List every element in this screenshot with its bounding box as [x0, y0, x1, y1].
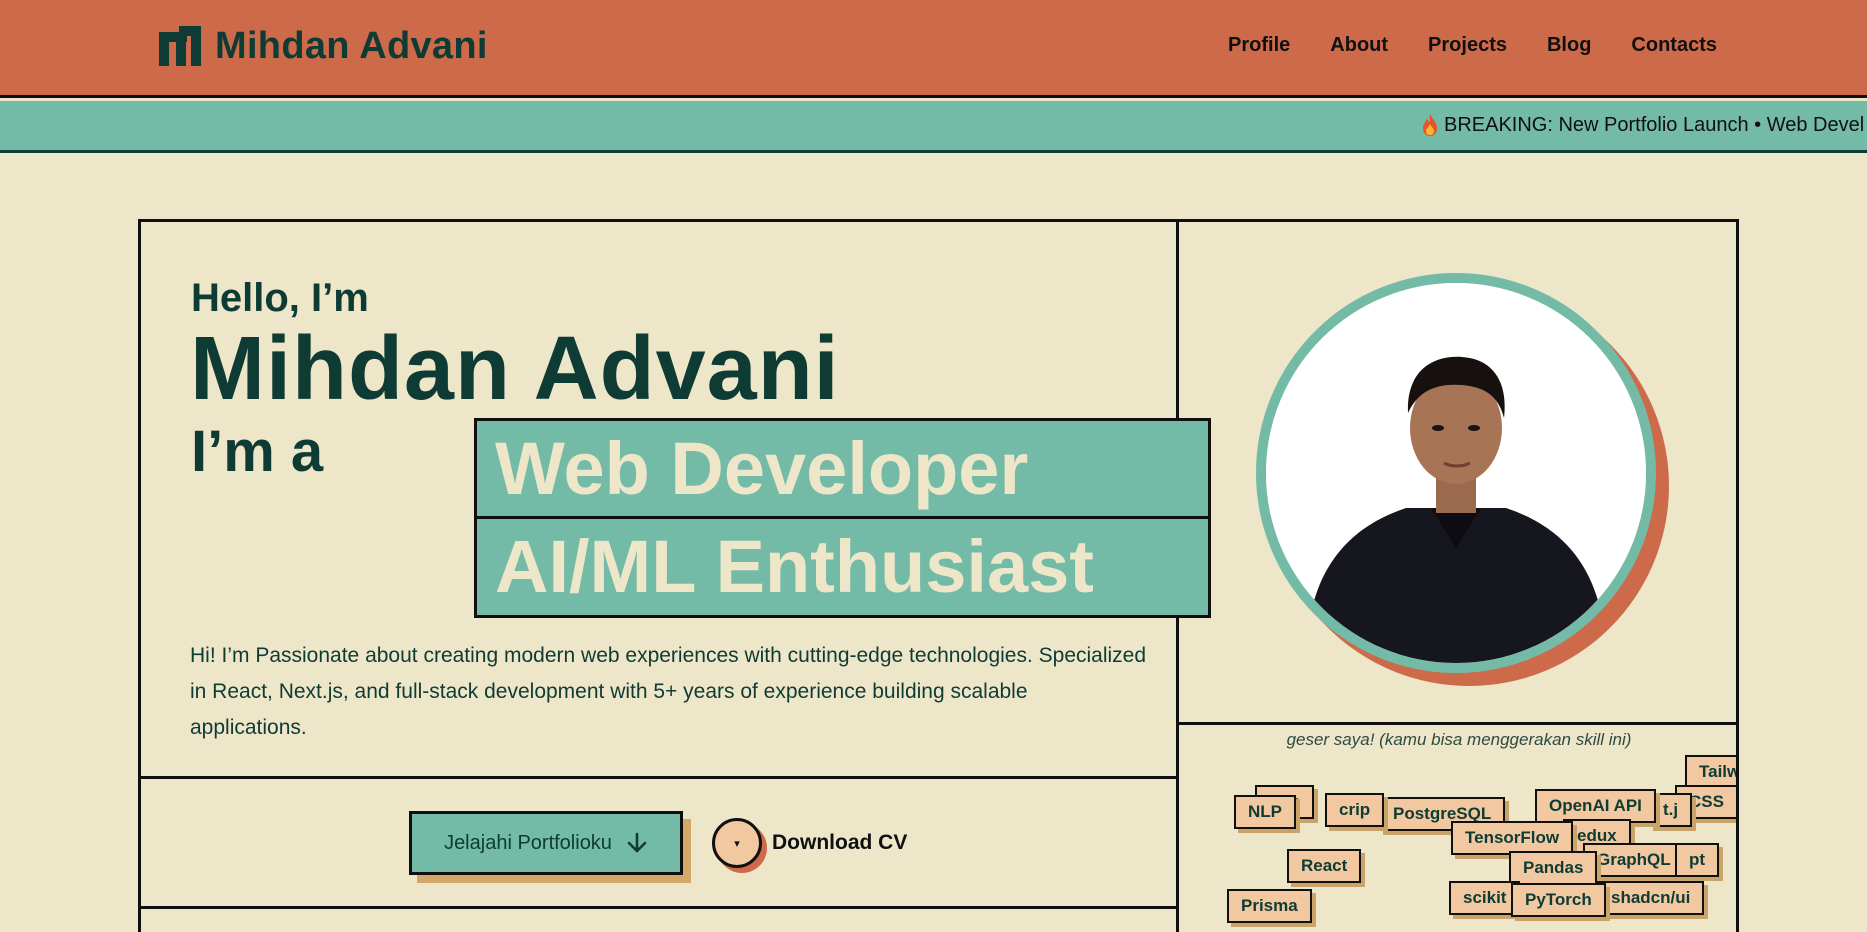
skill-chip[interactable]: Tailw [1685, 755, 1736, 789]
skill-chip[interactable]: NLP [1234, 795, 1296, 829]
avatar [1256, 273, 1656, 673]
nav-about[interactable]: About [1330, 34, 1388, 57]
skill-chip[interactable]: Pandas [1509, 851, 1598, 885]
news-ticker: BREAKING: New Portfolio Launch • Web Dev… [0, 101, 1867, 153]
nav-projects[interactable]: Projects [1428, 34, 1507, 57]
ticker-text: BREAKING: New Portfolio Launch • Web Dev… [1444, 113, 1865, 136]
skill-chip[interactable]: shadcn/ui [1597, 881, 1705, 915]
role-prefix: I’m a [191, 419, 324, 484]
skill-chip[interactable]: TensorFlow [1451, 821, 1574, 855]
hero-name: Mihdan Advani [190, 319, 840, 419]
skills-hint: geser saya! (kamu bisa menggerakan skill… [1286, 730, 1632, 749]
nav-profile[interactable]: Profile [1228, 34, 1290, 57]
skill-chip[interactable]: pt [1675, 843, 1720, 877]
nav-contacts[interactable]: Contacts [1631, 34, 1717, 57]
download-cv-button[interactable]: ▾ Download CV [712, 818, 907, 868]
skill-chip[interactable]: Prisma [1227, 889, 1312, 923]
divider [138, 776, 1179, 779]
role-web-developer: Web Developer [474, 418, 1211, 520]
hero-bio: Hi! I’m Passionate about creating modern… [190, 644, 1147, 739]
brand-name: Mihdan Advani [215, 24, 488, 67]
divider [1176, 722, 1739, 725]
brand[interactable]: Mihdan Advani [157, 24, 488, 68]
skill-chip[interactable]: OpenAI API [1535, 789, 1656, 823]
explore-portfolio-label: Jelajahi Portfolioku [444, 831, 612, 854]
skill-chip[interactable]: crip [1325, 793, 1385, 827]
role-ai-ml-enthusiast: AI/ML Enthusiast [474, 516, 1211, 618]
divider [138, 906, 1179, 909]
logo-mark-icon [159, 26, 201, 66]
skill-chip[interactable]: React [1287, 849, 1362, 883]
ticker-content: BREAKING: New Portfolio Launch • Web Dev… [1420, 113, 1864, 137]
hero-greeting: Hello, I’m [191, 276, 369, 320]
skills-playground: Tailw CSS t.j OpenAI API PostgreSQL crip… [1179, 755, 1736, 932]
skill-chip[interactable]: GraphQL [1583, 843, 1685, 877]
site-header: Mihdan Advani Profile About Projects Blo… [0, 0, 1867, 98]
skill-chip[interactable]: scikit [1449, 881, 1521, 915]
chevron-down-icon: ▾ [712, 818, 762, 868]
fire-icon [1423, 114, 1437, 136]
nav-blog[interactable]: Blog [1547, 34, 1591, 57]
skill-chip[interactable]: PyTorch [1511, 883, 1606, 917]
portrait-image [1266, 283, 1646, 663]
arrow-down-icon [627, 832, 647, 853]
main-nav: Profile About Projects Blog Contacts [1228, 34, 1717, 57]
download-cv-label: Download CV [772, 831, 908, 854]
explore-portfolio-button[interactable]: Jelajahi Portfolioku [409, 811, 683, 875]
